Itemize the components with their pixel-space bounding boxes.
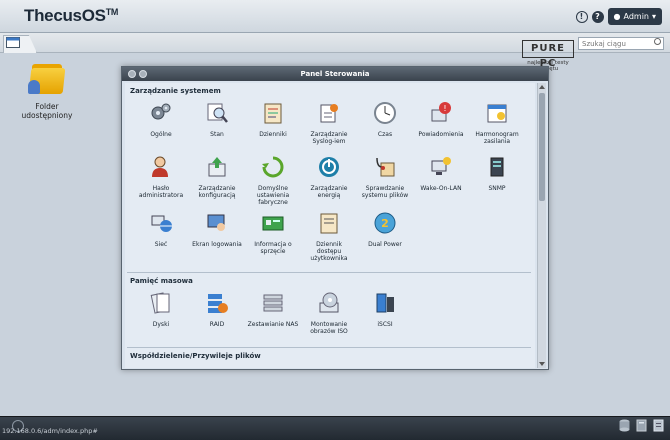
hardware-info-icon [262, 216, 284, 231]
user-label: Admin [623, 12, 649, 21]
section-system-management: Zarządzanie systemem [130, 87, 221, 95]
info-icon[interactable]: ! [575, 10, 588, 23]
search-icon[interactable] [654, 38, 661, 45]
wol-icon [431, 157, 451, 175]
item-filesystem-check[interactable]: Sprawdzanie systemu plików [359, 155, 411, 199]
top-right-controls: ! ? ● Admin ▾ [575, 8, 662, 25]
item-network[interactable]: Sieć [135, 211, 187, 248]
magnifier-icon [207, 103, 228, 123]
item-factory-defaults[interactable]: Domyślne ustawienia fabryczne [247, 155, 299, 206]
minimize-icon[interactable] [139, 70, 147, 78]
desktop-icon [6, 37, 20, 48]
item-nas-stacking[interactable]: Zestawianie NAS [247, 291, 299, 328]
snmp-icon [490, 157, 504, 177]
gears-icon [151, 103, 171, 120]
server-icon[interactable] [653, 419, 664, 432]
taskbar [0, 416, 670, 440]
item-admin-password[interactable]: Hasło administratora [135, 155, 187, 199]
user-menu-button[interactable]: ● Admin ▾ [607, 8, 662, 25]
scroll-up-icon[interactable] [539, 85, 545, 89]
window-title: Panel Sterowania [300, 70, 370, 78]
notification-icon: ! [431, 102, 451, 122]
search-input[interactable] [578, 37, 664, 50]
item-status[interactable]: Stan [191, 101, 243, 138]
nas-device-icon[interactable] [636, 419, 647, 432]
item-raid[interactable]: RAID [191, 291, 243, 328]
close-icon[interactable] [128, 70, 136, 78]
login-screen-icon [207, 214, 225, 231]
power-icon [319, 157, 339, 177]
shared-folder-label: Folder udostępniony [21, 102, 73, 120]
stethoscope-icon [376, 157, 395, 177]
network-icon [151, 215, 172, 232]
dual-power-icon: 2 [374, 212, 396, 234]
item-iscsi[interactable]: iSCSI [359, 291, 411, 328]
clock-icon [374, 102, 396, 124]
svg-text:!: ! [443, 104, 446, 113]
item-hardware-info[interactable]: Informacja o sprzęcie [247, 211, 299, 255]
config-icon [208, 157, 226, 177]
scroll-thumb[interactable] [539, 93, 545, 201]
item-user-access-log[interactable]: Dziennik dostępu użytkownika [303, 211, 355, 262]
folder-icon [28, 62, 66, 96]
item-logs[interactable]: Dzienniki [247, 101, 299, 138]
item-iso-mount[interactable]: Montowanie obrazów ISO [303, 291, 355, 335]
help-icon[interactable]: ? [591, 10, 604, 23]
item-syslog[interactable]: Zarządzanie Syslog-iem [303, 101, 355, 145]
shared-folder-shortcut[interactable]: Folder udostępniony [10, 62, 84, 120]
window-title-bar[interactable]: Panel Sterowania [122, 67, 548, 81]
section-divider [127, 347, 531, 348]
section-divider [127, 272, 531, 273]
chevron-down-icon: ▾ [651, 12, 656, 21]
iscsi-icon [376, 293, 394, 313]
item-notifications[interactable]: ! Powiadomienia [415, 101, 467, 138]
item-wake-on-lan[interactable]: Wake-On-LAN [415, 155, 467, 192]
reset-icon [262, 156, 284, 178]
item-time[interactable]: Czas [359, 101, 411, 138]
logo: ThecusOSTM [24, 6, 119, 25]
section-storage: Pamięć masowa [130, 277, 193, 285]
user-icon: ● [613, 12, 621, 21]
top-bar: ThecusOSTM ! ? ● Admin ▾ [0, 0, 670, 33]
item-general[interactable]: Ogólne [135, 101, 187, 138]
item-disks[interactable]: Dyski [135, 291, 187, 328]
scroll-down-icon[interactable] [539, 362, 545, 366]
item-config-management[interactable]: Zarządzanie konfiguracją [191, 155, 243, 199]
svg-text:2: 2 [381, 217, 389, 230]
control-panel-body: Zarządzanie systemem Ogólne Stan Dzienni… [125, 83, 535, 368]
nas-stack-icon [263, 294, 283, 312]
storage-icon[interactable] [619, 419, 630, 432]
panel-scrollbar[interactable] [537, 83, 546, 368]
log-icon [264, 103, 282, 124]
access-log-icon [320, 213, 338, 234]
raid-icon [208, 294, 228, 313]
admin-icon [152, 156, 168, 177]
section-file-sharing: Współdzielenie/Przywileje plików [130, 352, 261, 360]
status-url: 192.168.0.6/adm/index.php# [2, 427, 98, 435]
control-panel-window: Panel Sterowania Zarządzanie systemem Og… [121, 66, 549, 370]
schedule-icon [487, 104, 507, 123]
item-snmp[interactable]: SNMP [471, 155, 523, 192]
item-dual-power[interactable]: 2 Dual Power [359, 211, 411, 248]
disks-icon [150, 292, 170, 314]
syslog-icon [320, 104, 338, 123]
item-power-schedule[interactable]: Harmonogram zasilania [471, 101, 523, 145]
iso-icon [319, 292, 339, 313]
item-power-management[interactable]: Zarządzanie energią [303, 155, 355, 199]
item-login-screen[interactable]: Ekran logowania [191, 211, 243, 248]
